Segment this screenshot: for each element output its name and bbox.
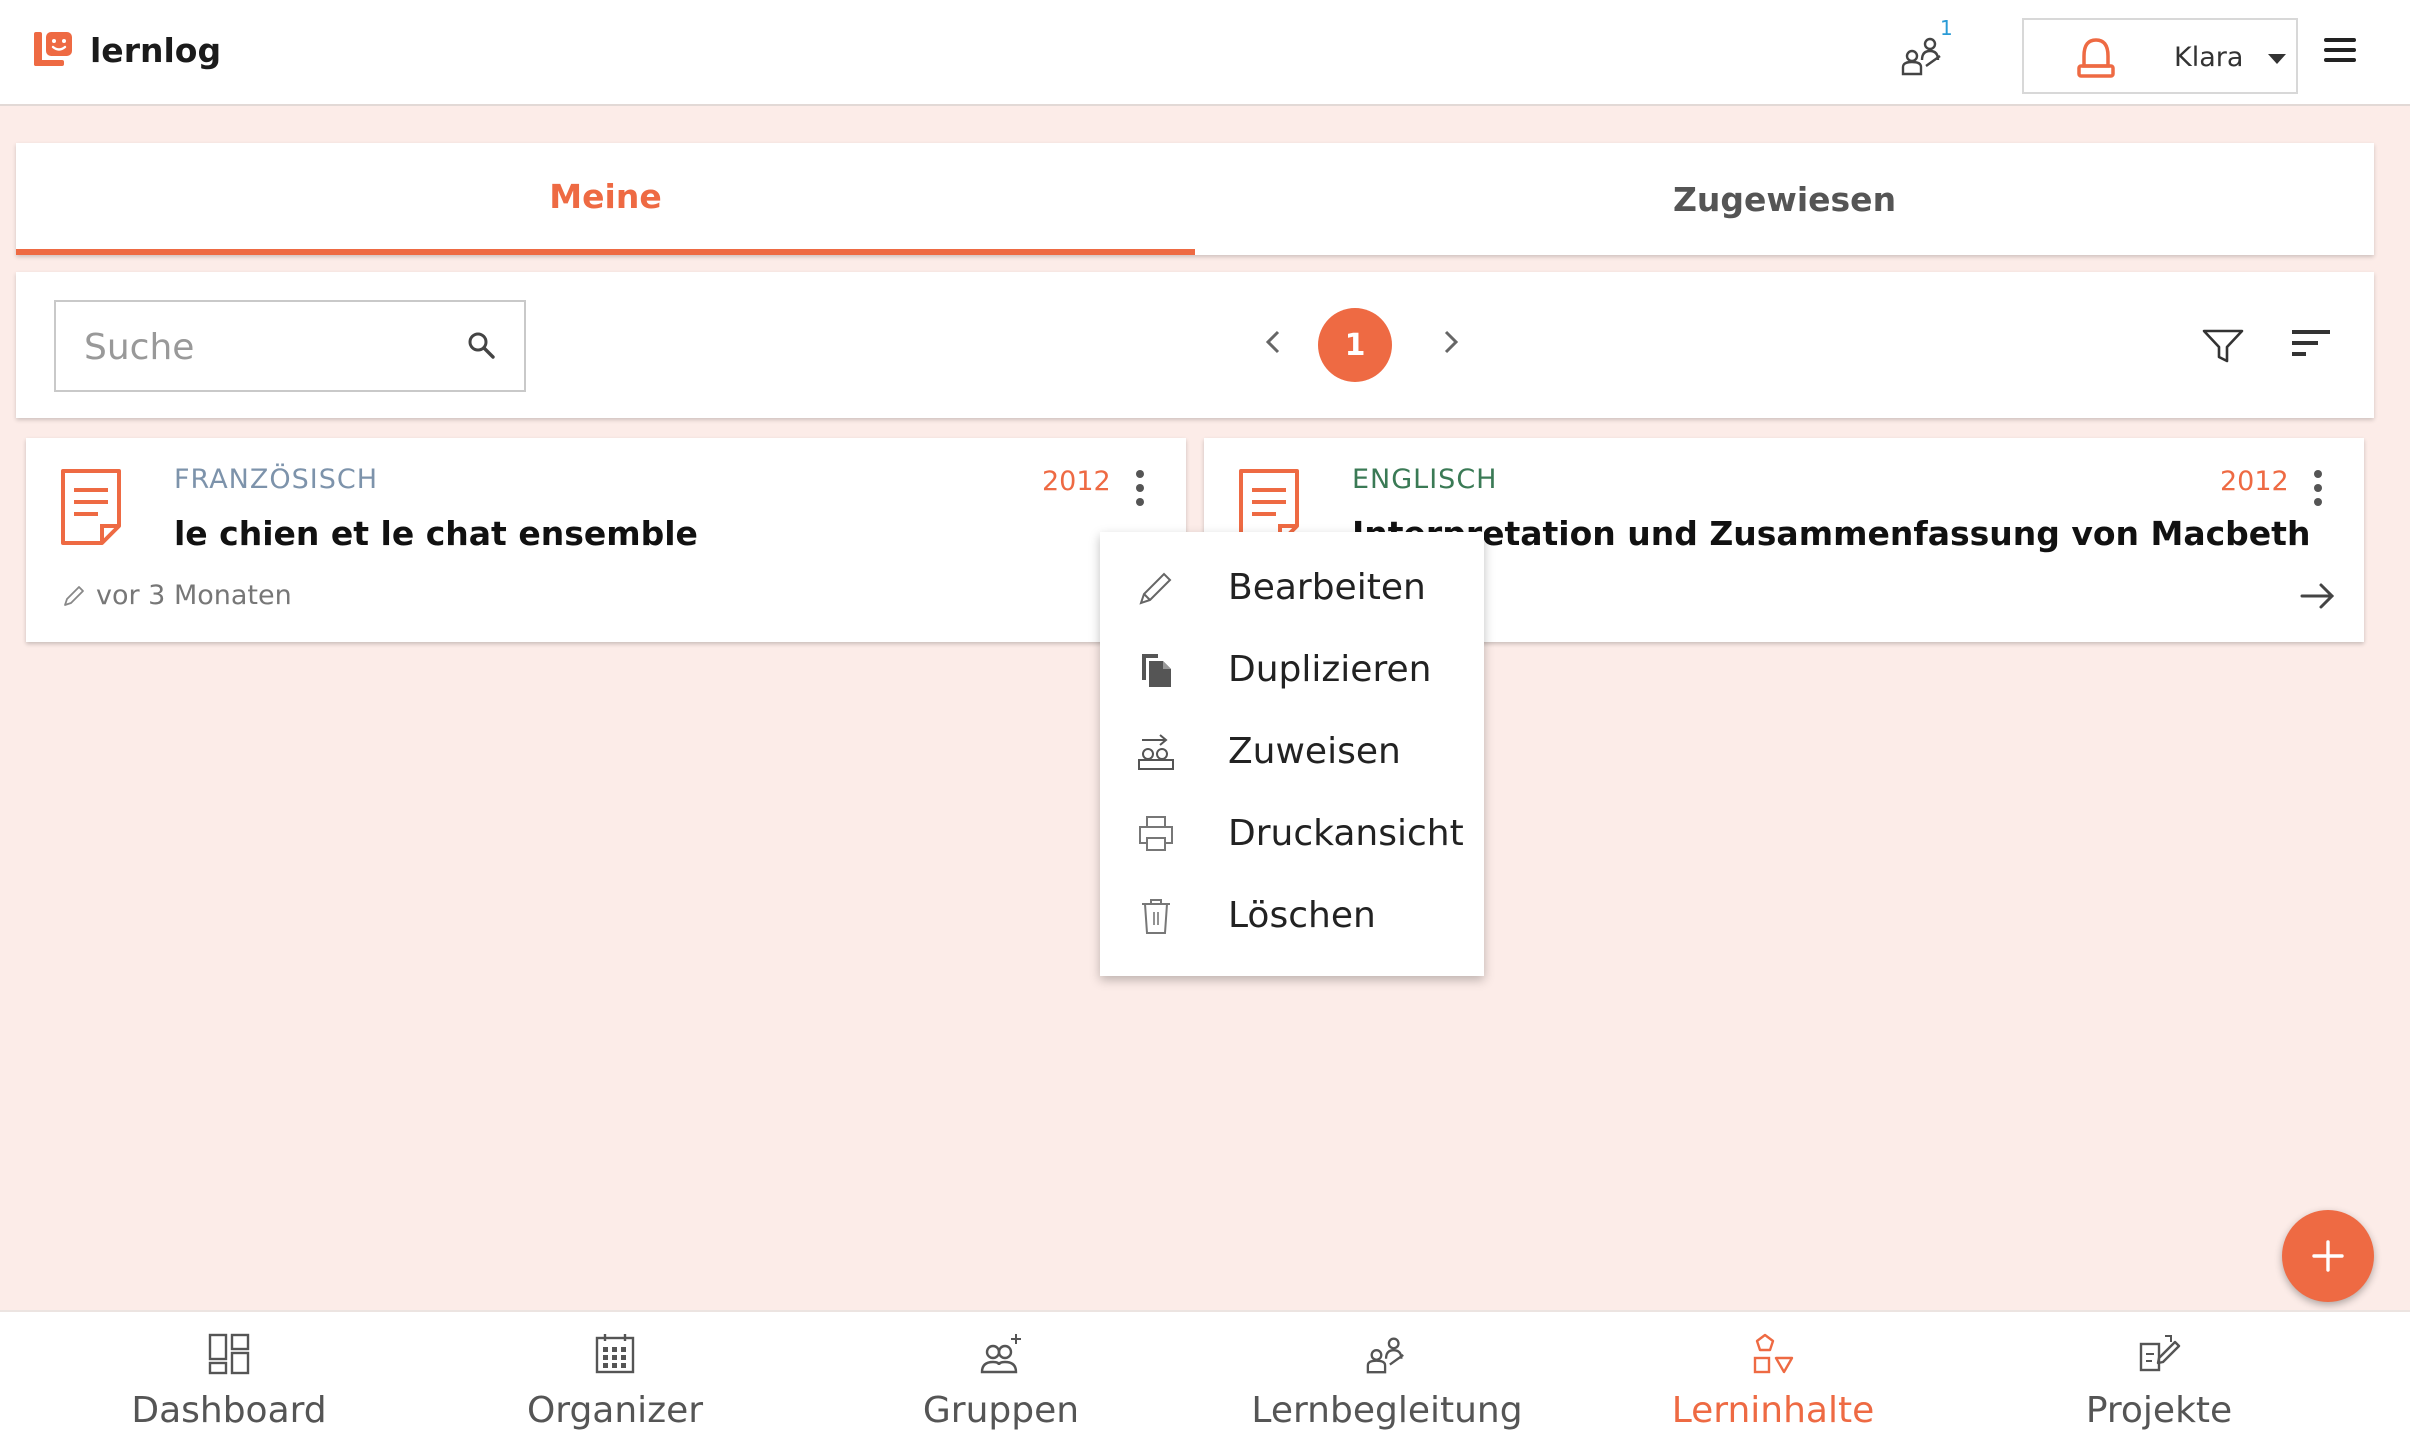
search-box: [54, 300, 526, 392]
menu-icon-bar: [2324, 38, 2356, 42]
dot: [1136, 484, 1144, 492]
menu-item-label: Löschen: [1228, 894, 1376, 936]
plus-icon: [2312, 1240, 2344, 1272]
nav-label: Gruppen: [922, 1390, 1080, 1431]
card-subject: ENGLISCH: [1352, 464, 1498, 495]
menu-item-label: Duplizieren: [1228, 648, 1432, 690]
list-toolbar: 1: [16, 272, 2374, 418]
assign-icon: [1138, 734, 1174, 770]
nav-label: Lerninhalte: [1671, 1390, 1875, 1431]
logo[interactable]: lernlog: [34, 30, 221, 70]
notifications-button[interactable]: 1: [1900, 16, 1960, 82]
bottom-navigation: Dashboard Organizer Gruppen Lernbegleitu…: [0, 1310, 2410, 1438]
pencil-icon: [1139, 572, 1172, 605]
card-title[interactable]: le chien et le chat ensemble: [174, 514, 698, 553]
trash-icon: [1142, 899, 1170, 934]
brand-name: lernlog: [90, 30, 222, 70]
dot: [1136, 498, 1144, 506]
projects-icon: [2139, 1335, 2181, 1372]
content-card[interactable]: FRANZÖSISCH le chien et le chat ensemble…: [26, 438, 1186, 642]
menu-item-label: Bearbeiten: [1228, 566, 1426, 608]
pencil-icon: [64, 585, 84, 606]
nav-label: Projekte: [2085, 1390, 2233, 1431]
arrow-right-icon[interactable]: [2298, 578, 2338, 614]
dot: [2314, 498, 2322, 506]
nav-item-projekte[interactable]: Projekte: [1966, 1312, 2352, 1438]
current-page-button[interactable]: 1: [1318, 308, 1392, 382]
dot: [2314, 484, 2322, 492]
chevron-left-icon[interactable]: [1260, 322, 1288, 362]
menu-item-print[interactable]: Druckansicht: [1100, 792, 1484, 874]
nav-item-lernbegleitung[interactable]: Lernbegleitung: [1194, 1312, 1580, 1438]
duplicate-icon: [1142, 654, 1171, 687]
dashboard-icon: [208, 1333, 250, 1375]
card-year: 2012: [2220, 466, 2289, 497]
menu-item-label: Druckansicht: [1228, 812, 1464, 854]
menu-item-assign[interactable]: Zuweisen: [1100, 710, 1484, 792]
nav-item-gruppen[interactable]: Gruppen: [808, 1312, 1194, 1438]
lernlog-logo-icon: [34, 32, 72, 66]
menu-icon-bar: [2324, 48, 2356, 52]
search-input[interactable]: [84, 324, 444, 370]
sort-icon[interactable]: [2292, 328, 2332, 360]
more-options-button[interactable]: [1136, 470, 1146, 512]
card-title[interactable]: Interpretation und Zusammenfassung von M…: [1352, 514, 2310, 553]
dot: [2314, 470, 2322, 478]
menu-item-delete[interactable]: Löschen: [1100, 874, 1484, 956]
card-edited-info: vor 3 Monaten: [62, 580, 292, 611]
menu-item-label: Zuweisen: [1228, 730, 1401, 772]
mentoring-icon: [1366, 1337, 1404, 1374]
notification-badge: 1: [1940, 16, 1953, 40]
nav-label: Dashboard: [131, 1390, 327, 1431]
tab-zugewiesen[interactable]: Zugewiesen: [1195, 143, 2374, 255]
card-subject: FRANZÖSISCH: [174, 464, 379, 495]
print-icon: [1139, 816, 1173, 851]
hamburger-menu-button[interactable]: [2324, 38, 2356, 64]
avatar: [2077, 38, 2115, 78]
more-options-button[interactable]: [2314, 470, 2324, 512]
user-menu-dropdown[interactable]: Klara: [2022, 18, 2298, 94]
card-edited-text: vor 3 Monaten: [96, 580, 292, 611]
menu-icon-bar: [2324, 58, 2356, 62]
nav-item-lerninhalte[interactable]: Lerninhalte: [1580, 1312, 1966, 1438]
nav-label: Organizer: [526, 1390, 704, 1431]
add-content-button[interactable]: [2282, 1210, 2374, 1302]
content-tabs: Meine Zugewiesen: [16, 143, 2374, 255]
caret-down-icon: [2268, 54, 2286, 64]
card-context-menu: Bearbeiten Duplizieren Zuweisen Druckans…: [1100, 532, 1484, 976]
menu-item-duplicate[interactable]: Duplizieren: [1100, 628, 1484, 710]
shapes-icon: [1753, 1333, 1794, 1374]
dot: [1136, 470, 1144, 478]
card-year: 2012: [1042, 466, 1111, 497]
document-icon: [61, 469, 121, 545]
app-header: lernlog 1 Klara: [0, 0, 2410, 106]
chevron-right-icon[interactable]: [1436, 322, 1464, 362]
calendar-icon: [595, 1334, 635, 1374]
tab-meine[interactable]: Meine: [16, 143, 1195, 255]
search-icon[interactable]: [466, 330, 498, 362]
nav-item-organizer[interactable]: Organizer: [422, 1312, 808, 1438]
user-name: Klara: [2174, 42, 2244, 73]
filter-icon[interactable]: [2202, 328, 2244, 364]
menu-item-edit[interactable]: Bearbeiten: [1100, 546, 1484, 628]
nav-label: Lernbegleitung: [1251, 1390, 1523, 1431]
nav-item-dashboard[interactable]: Dashboard: [36, 1312, 422, 1438]
groups-icon: [980, 1334, 1021, 1374]
